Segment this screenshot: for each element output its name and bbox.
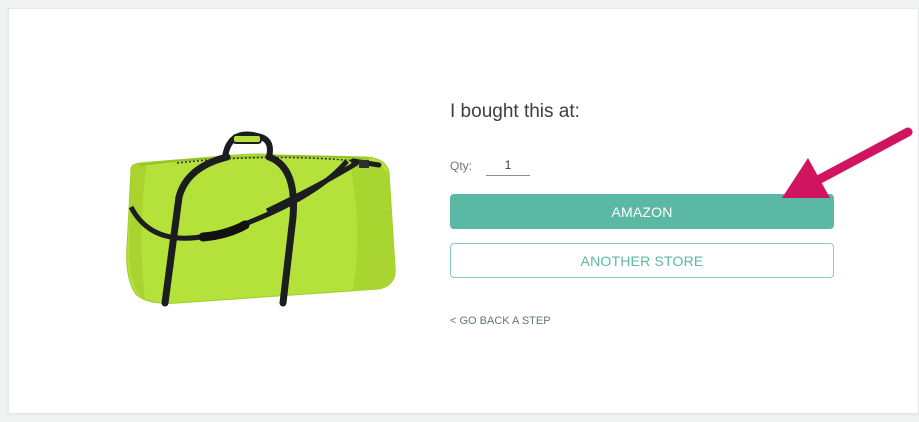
duffel-bag-image <box>126 131 396 307</box>
quantity-label: Qty: <box>450 159 473 173</box>
purchase-heading: I bought this at: <box>450 101 580 122</box>
go-back-link[interactable]: < GO BACK A STEP <box>450 315 551 327</box>
another-store-button[interactable]: ANOTHER STORE <box>450 243 834 278</box>
arrow-pointer-icon <box>782 127 913 198</box>
quantity-field[interactable] <box>486 154 530 176</box>
